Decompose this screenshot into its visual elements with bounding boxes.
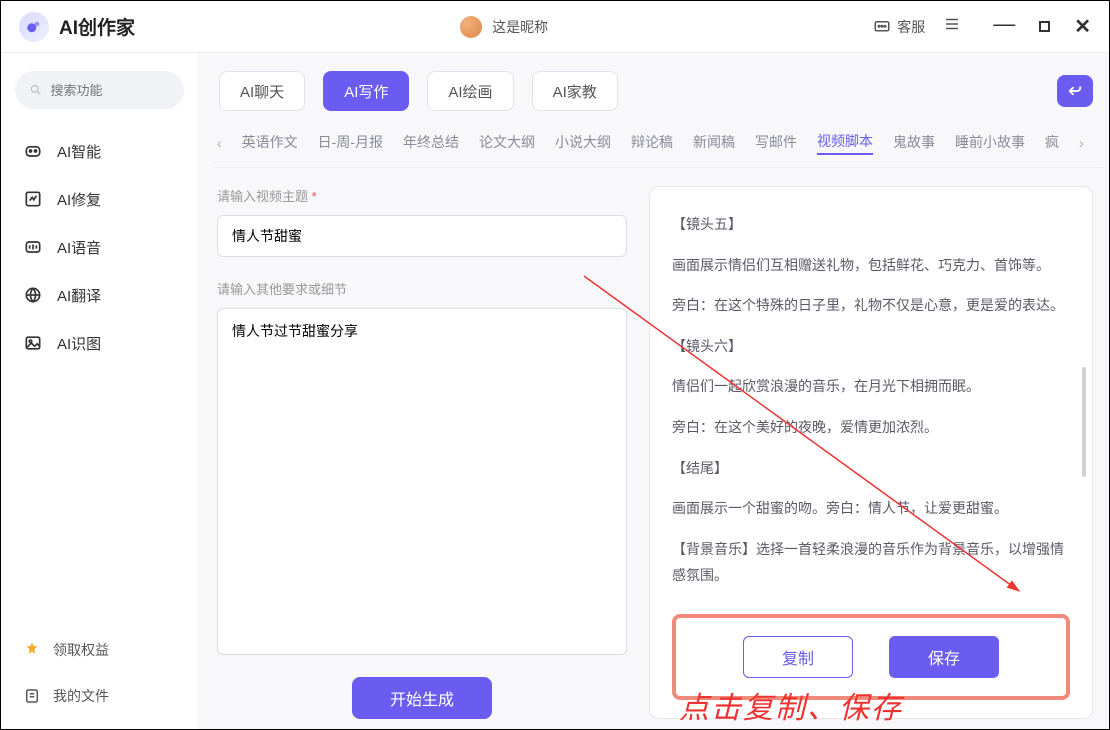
subtab-item[interactable]: 鬼故事 [893,132,935,154]
save-button[interactable]: 保存 [889,636,999,678]
sidebar-item-label: 领取权益 [53,640,109,660]
subtab-item[interactable]: 英语作文 [242,132,298,154]
subtab-item[interactable]: 新闻稿 [693,132,735,154]
output-line: 【镜头五】 [672,211,1070,238]
sidebar-rewards[interactable]: 领取权益 [15,627,184,673]
sidebar-item-label: AI智能 [57,141,101,162]
sidebar-item-ai-voice[interactable]: AI语音 [15,223,184,271]
window-maximize-button[interactable] [1039,21,1050,32]
return-icon [1066,82,1084,100]
user-avatar[interactable] [460,16,482,38]
theme-input[interactable] [217,215,627,257]
subtabs-next[interactable]: › [1079,135,1084,151]
sidebar-item-label: AI修复 [57,189,101,210]
top-tabs: AI聊天 AI写作 AI绘画 AI家教 [213,71,1103,111]
main-area: AI聊天 AI写作 AI绘画 AI家教 ‹ 英语作文 日-周-月报 年终总结 论… [199,53,1109,729]
subtab-item[interactable]: 写邮件 [755,132,797,154]
output-actions-highlight: 复制 保存 [672,614,1070,700]
detail-textarea[interactable] [217,308,627,655]
ai-voice-icon [23,237,43,257]
output-panel: 【镜头五】 画面展示情侣们互相赠送礼物，包括鲜花、巧克力、首饰等。 旁白：在这个… [649,186,1093,719]
sidebar-item-label: AI识图 [57,333,101,354]
return-button[interactable] [1057,75,1093,107]
tab-ai-write[interactable]: AI写作 [323,71,409,111]
sidebar-item-ai-image[interactable]: AI识图 [15,319,184,367]
search-box[interactable] [15,71,184,109]
generate-button[interactable]: 开始生成 [352,677,492,719]
output-line: 画面展示情侣们互相赠送礼物，包括鲜花、巧克力、首饰等。 [672,252,1070,279]
sidebar-item-label: AI语音 [57,237,101,258]
output-line: 【背景音乐】选择一首轻柔浪漫的音乐作为背景音乐，以增强情感氛围。 [672,536,1070,589]
sub-tabs: ‹ 英语作文 日-周-月报 年终总结 论文大纲 小说大纲 辩论稿 新闻稿 写邮件… [213,131,1103,168]
ai-repair-icon [23,189,43,209]
subtab-item[interactable]: 辩论稿 [631,132,673,154]
tab-ai-tutor[interactable]: AI家教 [532,71,618,111]
sidebar-item-label: AI翻译 [57,285,101,306]
subtab-item[interactable]: 日-周-月报 [318,132,383,154]
app-window: AI创作家 这是昵称 客服 — ✕ [0,0,1110,730]
subtab-item[interactable]: 睡前小故事 [955,132,1025,154]
window-close-button[interactable]: ✕ [1074,17,1091,37]
input-panel: 请输入视频主题 * 请输入其他要求或细节 开始生成 [217,186,627,719]
tab-ai-chat[interactable]: AI聊天 [219,71,305,111]
output-line: 【镜头六】 [672,333,1070,360]
subtab-item-active[interactable]: 视频脚本 [817,131,873,155]
customer-service-button[interactable]: 客服 [873,17,925,37]
customer-service-label: 客服 [897,17,925,37]
reward-icon [23,641,41,659]
tab-ai-draw[interactable]: AI绘画 [427,71,513,111]
menu-icon[interactable] [943,15,961,38]
titlebar: AI创作家 这是昵称 客服 — ✕ [1,1,1109,53]
search-input[interactable] [51,83,170,98]
sidebar-item-ai-translate[interactable]: AI翻译 [15,271,184,319]
subtabs-prev[interactable]: ‹ [217,135,222,151]
output-text: 【镜头五】 画面展示情侣们互相赠送礼物，包括鲜花、巧克力、首饰等。 旁白：在这个… [672,211,1070,608]
detail-label: 请输入其他要求或细节 [217,279,627,298]
search-icon [29,82,43,98]
output-line: 旁白：在这个特殊的日子里，礼物不仅是心意，更是爱的表达。 [672,292,1070,319]
subtab-item[interactable]: 小说大纲 [555,132,611,154]
ai-translate-icon [23,285,43,305]
app-logo-icon [19,12,49,42]
theme-label: 请输入视频主题 * [217,186,627,205]
output-line: 情侣们一起欣赏浪漫的音乐，在月光下相拥而眠。 [672,373,1070,400]
sidebar: AI智能 AI修复 AI语音 AI翻译 AI识图 领取权益 [1,53,199,729]
output-line: 画面展示一个甜蜜的吻。旁白：情人节，让爱更甜蜜。 [672,495,1070,522]
sidebar-myfiles[interactable]: 我的文件 [15,673,184,719]
output-scrollbar[interactable] [1082,367,1086,477]
sidebar-item-ai-repair[interactable]: AI修复 [15,175,184,223]
sidebar-item-ai-smart[interactable]: AI智能 [15,127,184,175]
subtab-item[interactable]: 疯 [1045,132,1059,154]
app-title: AI创作家 [59,13,135,40]
subtab-item[interactable]: 年终总结 [403,132,459,154]
file-icon [23,687,41,705]
user-nickname[interactable]: 这是昵称 [492,17,548,37]
output-line: 旁白：在这个美好的夜晚，爱情更加浓烈。 [672,414,1070,441]
sidebar-item-label: 我的文件 [53,686,109,706]
subtab-item[interactable]: 论文大纲 [479,132,535,154]
ai-smart-icon [23,141,43,161]
window-minimize-button[interactable]: — [993,13,1015,35]
copy-button[interactable]: 复制 [743,636,853,678]
ai-image-icon [23,333,43,353]
output-line: 【结尾】 [672,455,1070,482]
